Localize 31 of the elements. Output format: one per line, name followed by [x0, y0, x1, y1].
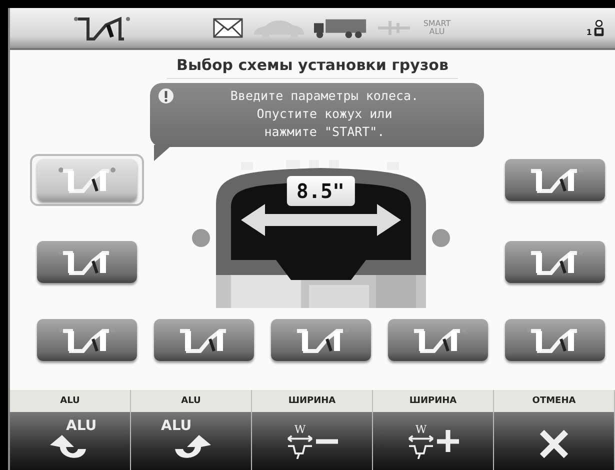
close-icon [539, 429, 569, 459]
message-text: Введите параметры колеса. [230, 87, 419, 105]
plus-icon [437, 430, 459, 452]
screen-title: Выбор схемы установки грузов [166, 54, 458, 79]
user-number: 1 [586, 28, 592, 36]
truck-icon[interactable] [314, 17, 368, 39]
width-button[interactable]: W [373, 412, 493, 470]
alu-text: ALU [161, 418, 192, 434]
rim-width-icon [407, 434, 435, 458]
info-icon [158, 88, 174, 104]
alu-button[interactable]: ALU [131, 412, 251, 470]
message-text: Опустите кожух или [256, 105, 392, 123]
person-icon[interactable] [593, 20, 605, 36]
rim-width-icon [286, 434, 314, 458]
softkey-label: ШИРИНА [373, 390, 493, 412]
rim-profile-icon[interactable] [72, 15, 132, 41]
softkey-label: ШИРИНА [252, 390, 372, 412]
cancel-button[interactable] [494, 412, 614, 470]
alu-text: ALU [66, 418, 97, 434]
envelope-icon[interactable] [212, 18, 244, 38]
width-button[interactable]: W [252, 412, 372, 470]
alu-button[interactable]: ALU [10, 412, 130, 470]
softkey-label: ALU [131, 390, 251, 412]
w-text: W [415, 424, 427, 434]
message-text: нажмите "START". [264, 123, 385, 141]
minus-icon [316, 438, 338, 444]
softkey-label: ALU [10, 390, 130, 412]
softkey-label: ОТМЕНА [494, 390, 614, 412]
w-text: W [294, 424, 306, 434]
rim-width-value: 8.5" [286, 176, 355, 206]
rim-profile-icon [56, 165, 116, 195]
